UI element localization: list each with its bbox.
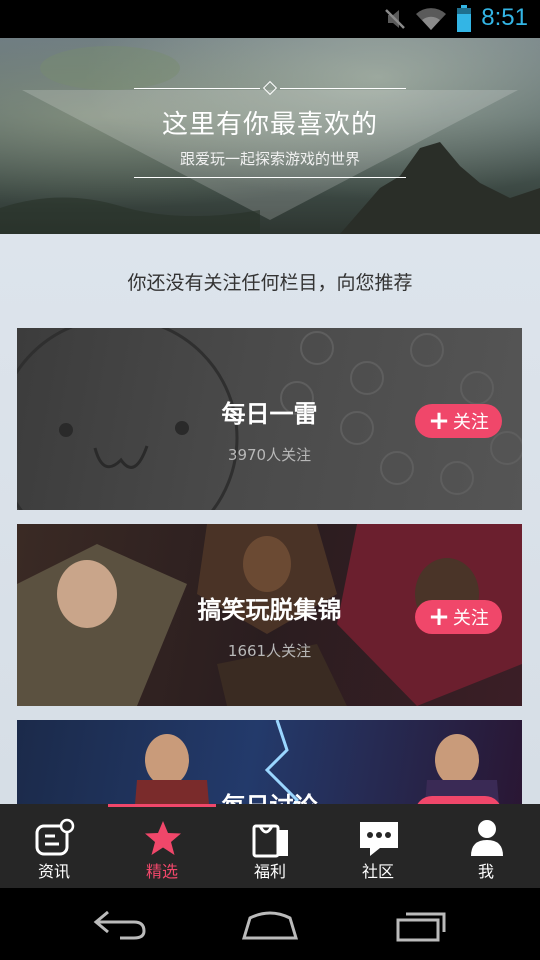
column-card[interactable]: 每日讨论 + 关注 <box>17 720 522 804</box>
recommend-hint: 你还没有关注任何栏目，向您推荐 <box>127 272 413 294</box>
plus-icon: + <box>428 406 450 436</box>
tab-me[interactable]: 我 <box>432 804 540 888</box>
hero-top-line-right <box>280 88 406 89</box>
news-icon <box>35 818 75 856</box>
hero-top-line-left <box>134 88 260 89</box>
chat-icon <box>360 822 398 856</box>
person-icon <box>471 820 503 856</box>
follow-button[interactable]: + 关注 <box>415 600 502 634</box>
back-icon[interactable] <box>90 904 150 944</box>
hero-bottom-line <box>134 177 406 178</box>
tab-news[interactable]: 资讯 <box>0 804 108 888</box>
tab-label: 福利 <box>253 862 286 881</box>
bag-icon <box>252 824 288 858</box>
tab-label: 社区 <box>361 862 394 881</box>
follow-button[interactable]: + 关注 <box>415 404 502 438</box>
column-card[interactable]: 每日一雷 3970人关注 + 关注 <box>17 328 522 510</box>
hero-subtitle: 跟爱玩一起探索游戏的世界 <box>179 150 360 168</box>
status-bar: 8:51 <box>0 0 540 38</box>
recent-apps-icon[interactable] <box>392 904 452 944</box>
system-nav-bar <box>0 888 540 960</box>
follow-button-label: 关注 <box>452 412 489 433</box>
hero-title: 这里有你最喜欢的 <box>161 110 378 140</box>
tab-community[interactable]: 社区 <box>324 804 432 888</box>
plus-icon: + <box>428 602 450 632</box>
active-tab-indicator <box>108 804 216 807</box>
clock: 8:51 <box>481 4 528 31</box>
follow-button-label: 关注 <box>452 608 489 629</box>
column-card[interactable]: 搞笑玩脱集锦 1661人关注 + 关注 <box>17 524 522 706</box>
tab-featured[interactable]: 精选 <box>108 804 216 888</box>
follow-button[interactable]: + 关注 <box>415 796 502 804</box>
bottom-tab-bar: 资讯 精选 福利 社区 我 <box>0 804 540 888</box>
hero-banner: 这里有你最喜欢的 跟爱玩一起探索游戏的世界 <box>0 38 540 234</box>
tab-label: 精选 <box>145 862 178 881</box>
recommend-list[interactable]: 你还没有关注任何栏目，向您推荐 每日一雷 3970人关注 + 关注 搞笑玩脱集锦… <box>0 234 540 804</box>
home-icon[interactable] <box>240 904 300 944</box>
tab-label: 资讯 <box>37 862 70 881</box>
card-follower-count: 1661人关注 <box>227 642 312 660</box>
card-follower-count: 3970人关注 <box>227 446 312 464</box>
tab-benefits[interactable]: 福利 <box>216 804 324 888</box>
mute-icon <box>385 9 405 29</box>
wifi-icon <box>416 8 446 30</box>
battery-icon <box>457 5 471 32</box>
star-icon <box>145 821 181 855</box>
tab-label: 我 <box>477 862 494 881</box>
